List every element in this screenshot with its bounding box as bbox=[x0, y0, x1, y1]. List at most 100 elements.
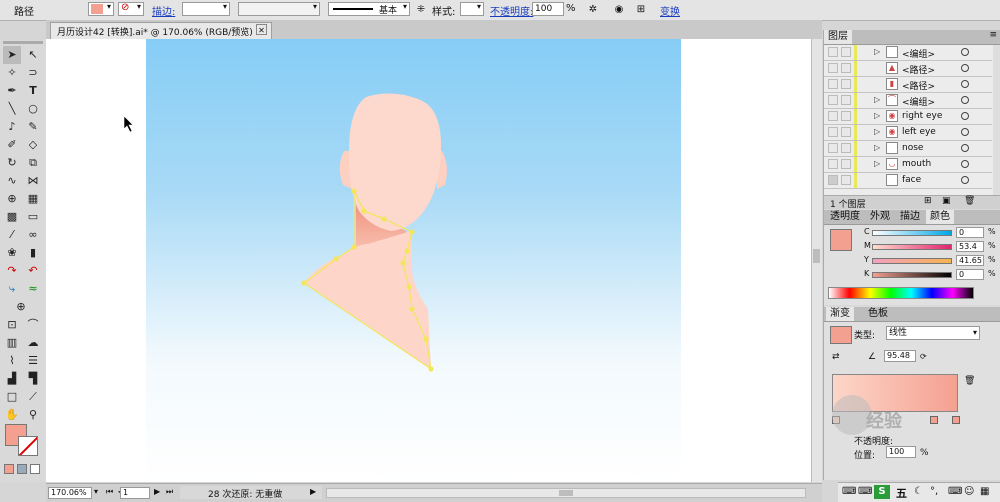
color-mode-icon[interactable] bbox=[4, 464, 14, 474]
tab-appearance[interactable]: 外观 bbox=[866, 210, 894, 224]
align-icon[interactable]: ⊞ bbox=[634, 3, 648, 17]
document-tab[interactable]: 月历设计42 [转换].ai* @ 170.06% (RGB/预览) ✕ bbox=[50, 22, 272, 39]
visibility-toggle[interactable] bbox=[828, 47, 838, 57]
lock-toggle[interactable] bbox=[841, 111, 851, 121]
ellipse-tool-icon[interactable]: ○ bbox=[24, 100, 42, 118]
expand-arrow-icon[interactable]: ▷ bbox=[874, 111, 880, 120]
layer-row[interactable]: ▷ nose bbox=[824, 141, 992, 157]
scrollbar-thumb[interactable] bbox=[813, 249, 820, 263]
gradient-mode-icon[interactable] bbox=[17, 464, 27, 474]
stroke-label[interactable]: 描边: bbox=[152, 3, 175, 18]
slice-tool-icon[interactable]: ⌒ bbox=[24, 316, 42, 334]
tab-swatches[interactable]: 色板 bbox=[864, 307, 892, 321]
shape-builder-icon[interactable]: ⊕ bbox=[3, 190, 21, 208]
toolbox-grip[interactable] bbox=[3, 41, 43, 44]
gradient-stop[interactable] bbox=[952, 416, 960, 424]
gradient-type-select[interactable]: 线性 ▾ bbox=[886, 326, 980, 340]
canvas[interactable] bbox=[46, 39, 822, 482]
symbol-sprayer-icon[interactable]: ❀ bbox=[3, 244, 21, 262]
layer-row[interactable]: ▲ <路径> bbox=[824, 61, 992, 77]
status-menu-arrow-icon[interactable]: ▶ bbox=[310, 487, 316, 496]
layers-scrollbar[interactable] bbox=[993, 45, 1000, 195]
layer-row[interactable]: ▷ ⌒ <编组> bbox=[824, 93, 992, 109]
custom-step-tool-icon[interactable]: ⤷ bbox=[3, 280, 21, 298]
new-layer-icon[interactable]: ▣ bbox=[942, 196, 951, 206]
gradient-stop[interactable] bbox=[930, 416, 938, 424]
eraser-icon[interactable]: ◇ bbox=[24, 136, 42, 154]
visibility-toggle[interactable] bbox=[828, 79, 838, 89]
lock-toggle[interactable] bbox=[841, 95, 851, 105]
artboard-tool-icon[interactable]: ⊡ bbox=[3, 316, 21, 334]
custom-curve-tool-icon[interactable]: ↷ bbox=[3, 262, 21, 280]
slider-track[interactable] bbox=[872, 272, 952, 278]
opacity-input[interactable]: 100 bbox=[532, 2, 564, 16]
layer-row[interactable]: face bbox=[824, 173, 992, 189]
expand-arrow-icon[interactable]: ▷ bbox=[874, 143, 880, 152]
layer-row[interactable]: ▷ <编组> bbox=[824, 45, 992, 61]
lasso-icon[interactable]: ⊃ bbox=[24, 64, 42, 82]
recolor-icon[interactable]: ⁜ bbox=[414, 3, 428, 17]
keyboard-icon[interactable]: ⌨ bbox=[948, 486, 962, 497]
bar-chart-tool-icon[interactable]: ▟ bbox=[3, 370, 21, 388]
blend-tool-icon[interactable]: ∞ bbox=[24, 226, 42, 244]
brush-definition-select[interactable]: 基本 ▾ bbox=[328, 2, 410, 16]
none-mode-icon[interactable] bbox=[30, 464, 40, 474]
zigzag-tool-icon[interactable]: ⌇ bbox=[3, 352, 21, 370]
horizontal-scrollbar[interactable] bbox=[326, 488, 806, 498]
slider-track[interactable] bbox=[872, 258, 952, 264]
lock-toggle[interactable] bbox=[841, 47, 851, 57]
channel-value[interactable]: 0 bbox=[956, 269, 984, 280]
next-artboard-icon[interactable]: ▶ bbox=[154, 487, 160, 496]
type-tool-icon[interactable]: T bbox=[24, 82, 42, 100]
color-spectrum[interactable] bbox=[828, 287, 974, 299]
magic-wand-icon[interactable]: ✧ bbox=[3, 64, 21, 82]
location-input[interactable]: 100 bbox=[886, 446, 916, 458]
slider-track[interactable] bbox=[872, 244, 952, 250]
visibility-toggle[interactable] bbox=[828, 175, 838, 185]
square-tool-icon[interactable]: □ bbox=[3, 388, 21, 406]
list-tool-icon[interactable]: ☰ bbox=[24, 352, 42, 370]
reverse-gradient-icon[interactable]: ⇄ bbox=[832, 352, 840, 362]
transform-link[interactable]: 变换 bbox=[660, 3, 680, 18]
custom-arc-tool-icon[interactable]: ↶ bbox=[24, 262, 42, 280]
lock-toggle[interactable] bbox=[841, 79, 851, 89]
hand-tool-icon[interactable]: ✋ bbox=[3, 406, 21, 424]
keyboard-icon[interactable]: ⌨ bbox=[842, 486, 856, 497]
yellow-slider[interactable]: Y 41.65 % bbox=[864, 255, 999, 267]
zoom-select[interactable]: 170.06% bbox=[48, 487, 92, 499]
black-slider[interactable]: K 0 % bbox=[864, 269, 999, 281]
expand-arrow-icon[interactable]: ▷ bbox=[874, 47, 880, 56]
target-circle-icon[interactable] bbox=[961, 112, 969, 120]
layer-row[interactable]: ▮ <路径> bbox=[824, 77, 992, 93]
magenta-slider[interactable]: M 53.4 % bbox=[864, 241, 999, 253]
slider-track[interactable] bbox=[872, 230, 952, 236]
target-circle-icon[interactable] bbox=[961, 48, 969, 56]
pencil-icon[interactable]: ✎ bbox=[24, 118, 42, 136]
last-artboard-icon[interactable]: ⏭ bbox=[166, 487, 173, 497]
gradient-preview-swatch[interactable] bbox=[830, 326, 852, 344]
angle-input[interactable]: 95.48 bbox=[884, 350, 916, 362]
trash-icon[interactable]: 🗑 bbox=[964, 376, 975, 386]
visibility-toggle[interactable] bbox=[828, 127, 838, 137]
user-icon[interactable]: ☺ bbox=[964, 486, 974, 497]
tab-color[interactable]: 颜色 bbox=[926, 210, 954, 224]
keyboard-icon[interactable]: ⌨ bbox=[858, 486, 872, 497]
target-circle-icon[interactable] bbox=[961, 144, 969, 152]
warp-tool-icon[interactable]: ∿ bbox=[3, 172, 21, 190]
lock-toggle[interactable] bbox=[841, 175, 851, 185]
channel-value[interactable]: 0 bbox=[956, 227, 984, 238]
expand-arrow-icon[interactable]: ▷ bbox=[874, 159, 880, 168]
vertical-scrollbar[interactable] bbox=[811, 39, 822, 482]
mesh-tool-icon[interactable]: ▩ bbox=[3, 208, 21, 226]
moon-icon[interactable]: ☾ bbox=[914, 486, 923, 497]
target-circle-icon[interactable] bbox=[961, 96, 969, 104]
crosshair-icon[interactable]: ⊕ bbox=[12, 298, 30, 316]
graphic-style-select[interactable]: ▾ bbox=[460, 2, 484, 16]
sparkle-icon[interactable]: ✲ bbox=[586, 3, 600, 17]
artboard-number-input[interactable]: 1 bbox=[120, 487, 150, 499]
stroke-weight-select[interactable]: ▾ bbox=[182, 2, 230, 16]
lock-toggle[interactable] bbox=[841, 159, 851, 169]
gradient-tool-icon[interactable]: ▭ bbox=[24, 208, 42, 226]
channel-value[interactable]: 53.4 bbox=[956, 241, 984, 252]
visibility-toggle[interactable] bbox=[828, 95, 838, 105]
